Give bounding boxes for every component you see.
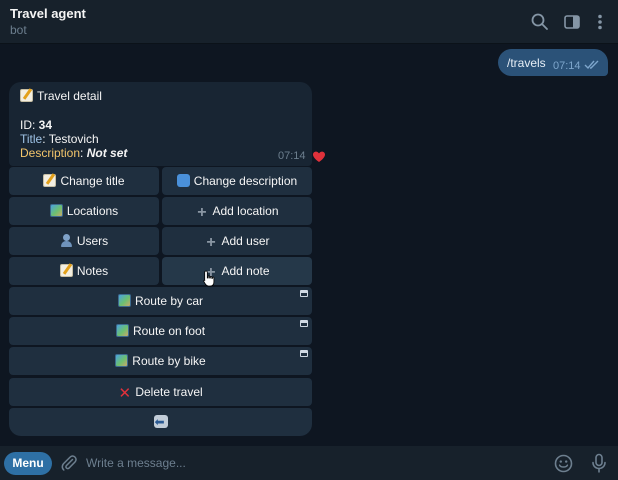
back-button[interactable]	[9, 408, 312, 436]
title-value: Testovich	[48, 132, 99, 146]
message-input[interactable]	[86, 454, 526, 472]
web-app-icon	[300, 350, 308, 357]
web-app-icon	[300, 290, 308, 297]
change-title-button[interactable]: Change title	[9, 167, 159, 195]
delete-travel-button[interactable]: ✕ Delete travel	[9, 378, 312, 406]
memo-icon	[20, 89, 33, 102]
notes-button[interactable]: Notes	[9, 257, 159, 285]
description-label: Description	[20, 146, 81, 160]
emoji-icon[interactable]	[554, 454, 573, 473]
route-by-bike-label: Route by bike	[132, 354, 206, 368]
map-icon	[115, 324, 129, 337]
map-icon	[117, 294, 131, 307]
menu-button[interactable]: Menu	[4, 452, 52, 475]
outgoing-message-time: 07:14	[553, 60, 581, 72]
description-sep: :	[80, 146, 87, 160]
change-description-button[interactable]: Change description	[162, 167, 312, 195]
hand-cursor-icon	[203, 270, 215, 287]
chat-header: Travel agent bot	[0, 0, 618, 44]
search-icon[interactable]	[530, 12, 550, 32]
outgoing-message[interactable]: /travels 07:14	[498, 49, 608, 76]
message-title: Travel detail	[37, 89, 102, 103]
chat-title[interactable]: Travel agent	[10, 6, 86, 21]
plus-icon: +	[197, 204, 207, 221]
title-label: Title	[20, 132, 43, 146]
add-location-label: Add location	[212, 204, 279, 218]
description-line: Description: Not set	[20, 146, 127, 160]
locations-button[interactable]: Locations	[9, 197, 159, 225]
message-composer: Menu	[0, 446, 618, 480]
route-by-car-label: Route by car	[134, 294, 204, 308]
add-note-button[interactable]: + Add note	[162, 257, 312, 285]
sidebar-toggle-icon[interactable]	[562, 12, 582, 32]
route-by-car-button[interactable]: Route by car	[9, 287, 312, 315]
description-value: Not set	[86, 146, 128, 160]
route-on-foot-button[interactable]: Route on foot	[9, 317, 312, 345]
notes-label: Notes	[76, 264, 109, 278]
map-icon	[49, 204, 63, 217]
id-label: ID:	[20, 118, 39, 132]
cross-mark-icon: ✕	[118, 385, 132, 402]
plus-icon: +	[206, 234, 216, 251]
more-vertical-icon[interactable]	[590, 12, 610, 32]
users-label: Users	[76, 234, 109, 248]
change-description-label: Change description	[193, 174, 298, 188]
route-on-foot-label: Route on foot	[132, 324, 206, 338]
microphone-icon[interactable]	[590, 453, 608, 474]
route-by-bike-button[interactable]: Route by bike	[9, 347, 312, 375]
message-title-line: Travel detail	[20, 89, 102, 103]
bot-message[interactable]: Travel detail ID: 34 Title: Testovich De…	[9, 82, 312, 166]
id-line: ID: 34	[20, 118, 52, 132]
delete-travel-label: Delete travel	[135, 385, 203, 399]
add-note-label: Add note	[221, 264, 270, 278]
info-icon	[176, 174, 190, 187]
user-icon	[60, 234, 73, 247]
chat-subtitle: bot	[10, 23, 27, 37]
bot-message-time: 07:14	[278, 150, 306, 162]
memo-icon	[43, 174, 57, 187]
change-title-label: Change title	[60, 174, 125, 188]
outgoing-message-text: /travels	[507, 56, 546, 70]
users-button[interactable]: Users	[9, 227, 159, 255]
heart-icon[interactable]	[312, 150, 326, 164]
web-app-icon	[300, 320, 308, 327]
add-user-label: Add user	[221, 234, 270, 248]
map-icon	[115, 354, 129, 367]
add-location-button[interactable]: + Add location	[162, 197, 312, 225]
memo-icon	[59, 264, 73, 277]
add-user-button[interactable]: + Add user	[162, 227, 312, 255]
id-value: 34	[38, 118, 53, 132]
title-line: Title: Testovich	[20, 132, 99, 146]
double-check-icon	[584, 60, 600, 70]
back-arrow-icon	[153, 408, 168, 436]
paperclip-icon[interactable]	[60, 454, 78, 472]
locations-label: Locations	[66, 204, 119, 218]
